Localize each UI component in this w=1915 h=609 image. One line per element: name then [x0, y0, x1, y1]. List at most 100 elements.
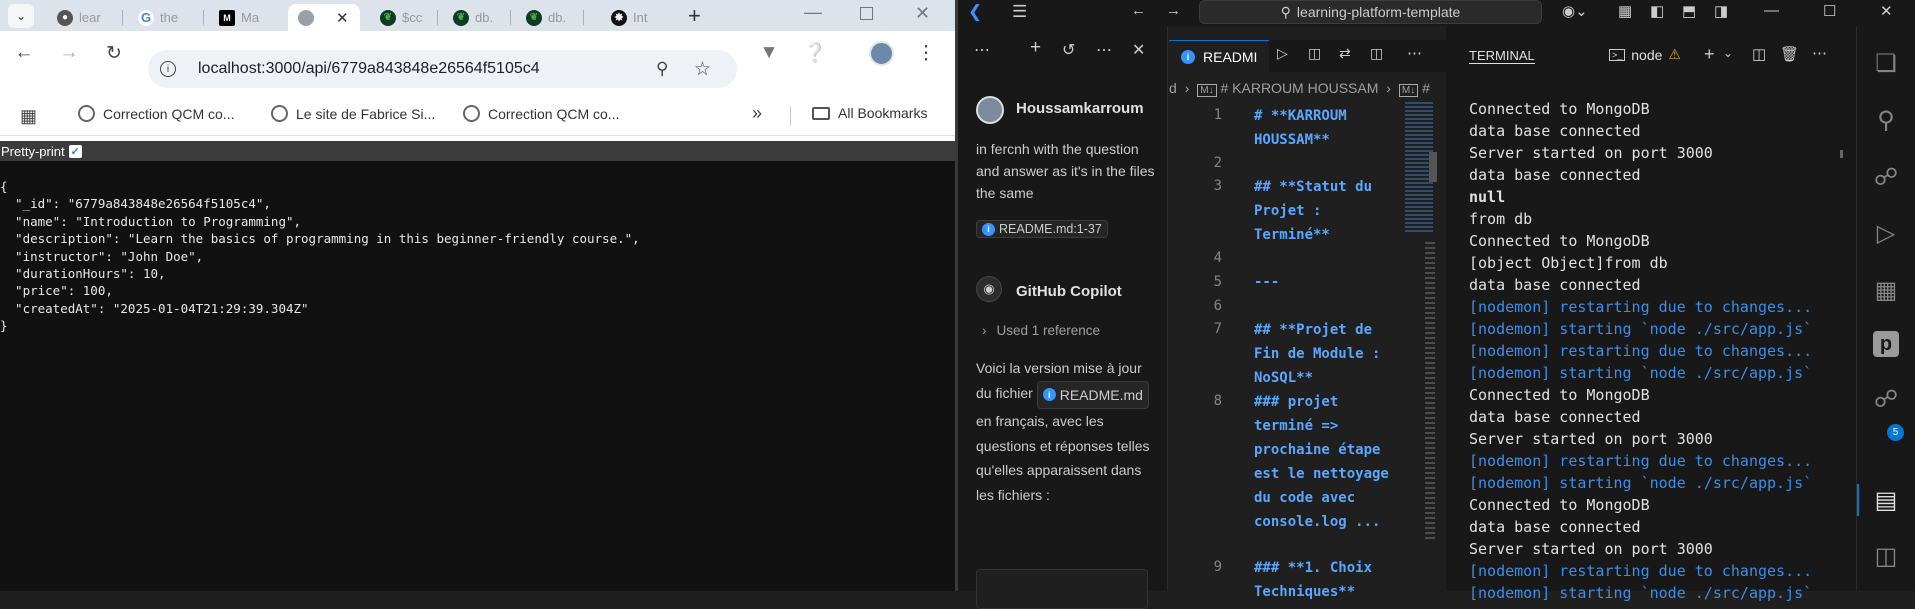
warning-icon: ⚠ [1668, 46, 1681, 62]
toggle-secondary-sidebar-icon[interactable]: ◨ [1714, 2, 1728, 20]
bookmark-item[interactable]: Correction QCM co... [78, 105, 234, 122]
code-line[interactable]: ### projet terminé => prochaine étape es… [1254, 390, 1398, 534]
minimap[interactable] [1405, 102, 1441, 591]
run-icon[interactable]: ▷ [1277, 45, 1288, 62]
source-control-icon[interactable]: ☍ [1871, 162, 1901, 192]
close-tab-icon[interactable]: ✕ [336, 9, 349, 27]
toggle-primary-sidebar-icon[interactable]: ◧ [1650, 2, 1664, 20]
browser-tab[interactable]: ✸ Int [601, 4, 671, 31]
code-line[interactable]: # **KARROUM HOUSSAM** [1254, 104, 1398, 152]
mongodb-icon: ❦ [380, 9, 396, 26]
close-window-button[interactable]: ✕ [915, 3, 930, 24]
used-references-toggle[interactable]: › Used 1 reference [982, 323, 1100, 338]
code-line[interactable]: --- [1254, 270, 1398, 294]
all-bookmarks-button[interactable]: All Bookmarks [812, 105, 927, 121]
github-icon: ● [57, 9, 73, 26]
pretty-print-checkbox[interactable]: ✓ [68, 144, 82, 158]
code-line[interactable]: ### **1. Choix Techniques** [1254, 556, 1398, 604]
extensions-icon[interactable]: ▦ [1871, 275, 1901, 305]
terminal-line: [nodemon] starting `node ./src/app.js` [1469, 474, 1813, 492]
bookmark-item[interactable]: Le site de Fabrice Si... [271, 105, 435, 122]
git-graph-icon[interactable]: ☍ [1871, 384, 1901, 414]
apps-icon[interactable]: ▦ [20, 106, 37, 127]
open-preview-icon[interactable]: ◫ [1308, 45, 1321, 62]
split-terminal-icon[interactable]: ◫ [1752, 45, 1766, 63]
new-chat-icon[interactable]: + [1030, 37, 1041, 59]
menu-icon[interactable]: ⋮ [912, 39, 940, 67]
remote-explorer-icon[interactable]: ◫ [1871, 541, 1901, 571]
more-actions-icon[interactable]: ⋯ [1407, 44, 1422, 62]
activity-bar: ❏ ⚲ ☍ ▷ ▦ p ☍ 5 ▤ ◫ [1856, 26, 1915, 591]
maximize-button[interactable]: ☐ [1823, 2, 1836, 20]
browser-tab-active[interactable]: ✕ [288, 4, 360, 31]
terminal-scrollbar[interactable] [1840, 150, 1843, 158]
bookmark-item[interactable]: Correction QCM co... [463, 105, 619, 122]
chat-reference-chip[interactable]: i README.md:1-37 [976, 220, 1108, 238]
browser-tab[interactable]: G the [128, 4, 198, 31]
browser-tab[interactable]: M Ma [209, 4, 279, 31]
terminal-line: Server started on port 3000 [1469, 430, 1713, 448]
chevron-down-icon[interactable]: ⌄ [1723, 46, 1733, 60]
copilot-icon[interactable]: ◉⌄ [1562, 2, 1588, 20]
code-line[interactable]: ## **Projet de Fin de Module : NoSQL** [1254, 318, 1398, 390]
vpn-icon[interactable]: ▼ [755, 39, 783, 67]
more-actions-icon[interactable]: ⋯ [1812, 44, 1827, 62]
chat-assistant-name: GitHub Copilot [1016, 283, 1122, 300]
toggle-panel-icon[interactable]: ⬒ [1682, 2, 1696, 20]
site-info-icon[interactable]: i [160, 61, 176, 77]
history-icon[interactable]: ↺ [1062, 40, 1075, 60]
layout-customize-icon[interactable]: ▦ [1618, 2, 1632, 20]
new-terminal-icon[interactable]: + [1704, 44, 1715, 65]
minimize-button[interactable]: — [1764, 2, 1779, 19]
browser-tab[interactable]: ❦ db. [516, 4, 578, 31]
json-line: "description": "Learn the basics of prog… [0, 231, 640, 247]
address-bar[interactable]: i localhost:3000/api/6779a843848e26564f5… [148, 50, 737, 88]
nav-forward-icon[interactable]: → [1166, 2, 1181, 19]
code-line[interactable]: ## **Statut du Projet : Terminé** [1254, 175, 1398, 247]
globe-icon [78, 105, 95, 122]
browser-tab[interactable]: ● lear [47, 4, 117, 31]
close-window-button[interactable]: ✕ [1880, 2, 1893, 20]
run-debug-icon[interactable]: ▷ [1871, 218, 1901, 248]
command-center[interactable]: ⚲ learning-platform-template [1199, 0, 1542, 24]
more-icon[interactable]: ⋯ [1096, 40, 1112, 60]
hamburger-menu-icon[interactable]: ☰ [1012, 2, 1027, 22]
avatar[interactable] [869, 41, 894, 66]
back-icon[interactable]: ← [10, 39, 38, 67]
extensions-icon[interactable]: ❔ [801, 39, 829, 67]
terminal-icon[interactable]: ▤ [1871, 485, 1901, 515]
terminal-line: [nodemon] starting `node ./src/app.js` [1469, 320, 1813, 338]
close-panel-icon[interactable]: ✕ [1132, 40, 1145, 60]
star-icon[interactable]: ☆ [694, 58, 711, 81]
copilot-chat-panel: ⋯ + ↺ ⋯ ✕ Houssamkarroum in fercnh with … [958, 26, 1168, 609]
maximize-button[interactable] [860, 7, 873, 20]
terminal-tab-title[interactable]: TERMINAL [1469, 48, 1535, 64]
info-icon: i [1042, 388, 1056, 402]
forward-icon[interactable]: → [55, 39, 83, 67]
chat-reference-chip[interactable]: i README.md [1036, 380, 1149, 409]
new-tab-button[interactable]: + [688, 3, 701, 29]
zoom-icon[interactable]: ⚲ [656, 59, 668, 79]
overflow-chevron-icon[interactable]: » [752, 103, 762, 124]
url-text[interactable]: localhost:3000/api/6779a843848e26564f510… [198, 60, 540, 78]
compare-icon[interactable]: ⇄ [1339, 45, 1351, 62]
trash-icon[interactable]: 🗑 [1780, 45, 1799, 63]
minimize-button[interactable]: — [804, 2, 822, 23]
terminal-line: [nodemon] restarting due to changes... [1469, 298, 1813, 316]
more-actions-icon[interactable]: ⋯ [974, 40, 990, 60]
editor-tab-readme[interactable]: i READMI [1169, 40, 1269, 72]
terminal-output[interactable]: Connected to MongoDB data base connected S… [1469, 98, 1849, 604]
explorer-icon[interactable]: ❏ [1871, 48, 1901, 78]
browser-tab[interactable]: ❦ $cc [370, 4, 432, 31]
postman-icon[interactable]: p [1873, 331, 1899, 357]
split-editor-icon[interactable]: ◫ [1370, 45, 1383, 62]
terminal-line: Connected to MongoDB [1469, 496, 1650, 514]
nav-back-icon[interactable]: ← [1131, 2, 1146, 19]
reload-icon[interactable]: ↻ [100, 39, 128, 67]
terminal-line: Connected to MongoDB [1469, 100, 1650, 118]
search-icon[interactable]: ⚲ [1871, 105, 1901, 135]
tab-search-button[interactable]: ⌄ [8, 4, 34, 28]
terminal-shell-selector[interactable]: >_ node ⚠ [1609, 46, 1681, 63]
chat-user-message: in fercnh with the question and answer a… [976, 141, 1155, 201]
browser-tab[interactable]: ❦ db. [443, 4, 505, 31]
